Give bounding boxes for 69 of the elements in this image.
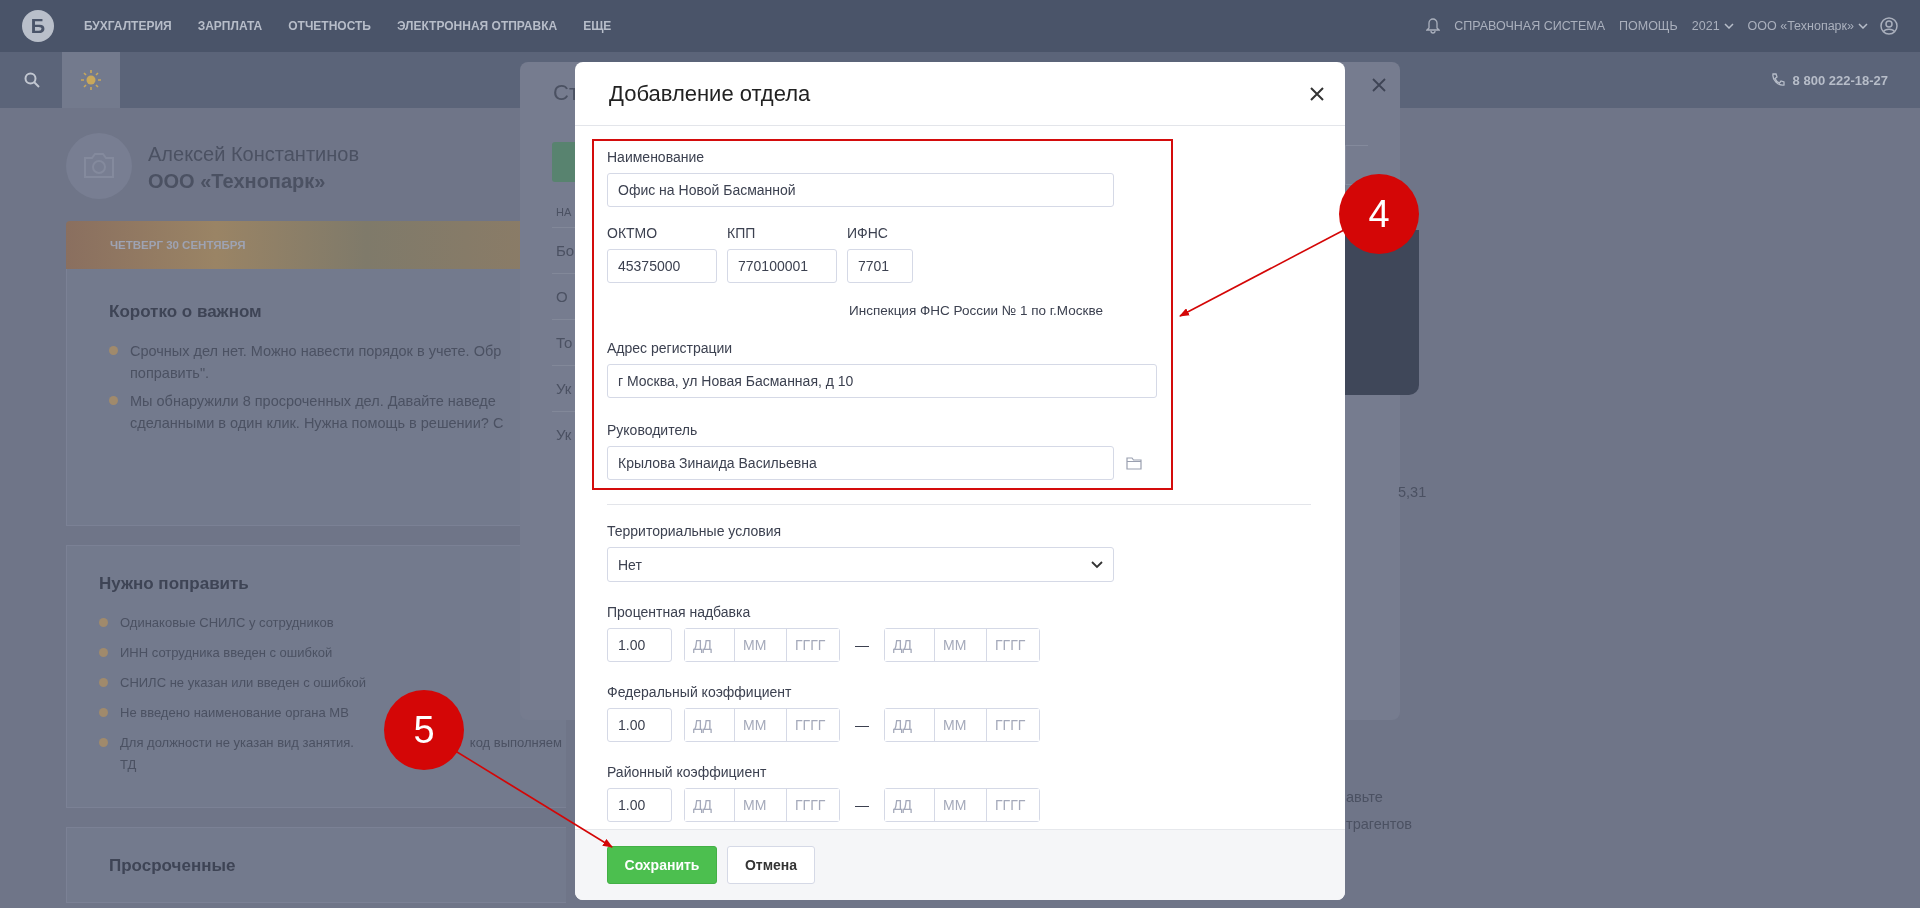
menu-item[interactable]: ОТЧЕТНОСТЬ <box>288 19 371 33</box>
day-field[interactable]: ДД <box>885 709 935 741</box>
code-field[interactable]: 7701 <box>847 249 913 283</box>
sun-icon <box>81 70 101 90</box>
day-field[interactable]: ДД <box>685 629 735 661</box>
chevron-down-icon <box>1723 23 1734 29</box>
cancel-button[interactable]: Отмена <box>727 846 815 884</box>
field-label: Наименование <box>607 149 706 165</box>
menu-item[interactable]: ЭЛЕКТРОННАЯ ОТПРАВКА <box>397 19 558 33</box>
field-label: Районный коэффициент <box>607 764 768 780</box>
card-title: Нужно поправить <box>99 574 250 594</box>
date-field[interactable]: ДД ММ ГГГГ <box>684 628 840 662</box>
menu-item[interactable]: БУХГАЛТЕРИЯ <box>84 19 172 33</box>
field-label: КПП <box>727 225 757 241</box>
day-field[interactable]: ДД <box>685 789 735 821</box>
coefficient-field[interactable]: 1.00 <box>607 788 672 822</box>
bullet-icon <box>109 346 118 355</box>
close-icon[interactable] <box>1309 85 1325 102</box>
save-button[interactable]: Сохранить <box>607 846 717 884</box>
field-label: Территориальные условия <box>607 523 783 539</box>
field-label: ОКТМО <box>607 225 659 241</box>
organization-selector[interactable]: ООО «Технопарк» <box>1747 19 1868 33</box>
nav-link[interactable]: СПРАВОЧНАЯ СИСТЕМА <box>1454 19 1605 33</box>
range-dash: — <box>854 717 870 733</box>
bullet-icon <box>99 618 108 627</box>
date-field[interactable]: ДД ММ ГГГГ <box>684 788 840 822</box>
nav-link[interactable]: ПОМОЩЬ <box>1619 19 1678 33</box>
territory-select[interactable]: Нет <box>607 547 1114 582</box>
phone-icon <box>1770 73 1785 87</box>
bullet-icon <box>99 708 108 717</box>
day-field[interactable]: ДД <box>685 709 735 741</box>
menu-item[interactable]: ЕЩЕ <box>583 19 612 33</box>
folder-icon[interactable] <box>1126 456 1142 470</box>
search-icon[interactable] <box>24 72 40 88</box>
name-field[interactable]: Офис на Новой Басманной <box>607 173 1114 207</box>
inspection-text: Инспекция ФНС России № 1 по г.Москве <box>849 303 1104 318</box>
code-field[interactable]: 45375000 <box>607 249 717 283</box>
date-field[interactable]: ДД ММ ГГГГ <box>884 708 1040 742</box>
coefficient-field[interactable]: 1.00 <box>607 708 672 742</box>
date-field[interactable]: ДД ММ ГГГГ <box>684 708 840 742</box>
chevron-down-icon <box>1091 560 1103 569</box>
year-selector[interactable]: 2021 <box>1691 19 1734 33</box>
code-field[interactable]: 770100001 <box>727 249 837 283</box>
manager-field[interactable]: Крылова Зинаида Васильевна <box>607 446 1114 480</box>
bell-icon[interactable] <box>1426 18 1441 34</box>
user-icon[interactable] <box>1880 17 1898 35</box>
bullet-icon <box>99 738 108 747</box>
menu-item[interactable]: ЗАРПЛАТА <box>197 19 263 33</box>
card-title: Коротко о важном <box>109 302 263 322</box>
field-label: ИФНС <box>847 225 889 241</box>
date-field[interactable]: ДД ММ ГГГГ <box>884 788 1040 822</box>
date-label: ЧЕТВЕРГ 30 СЕНТЯБРЯ <box>110 239 246 251</box>
card-title: Просроченные <box>109 856 237 876</box>
logo[interactable]: Б <box>22 10 54 42</box>
day-field[interactable]: ДД <box>885 629 935 661</box>
dialog-title: Добавление отдела <box>609 80 812 107</box>
address-field[interactable]: г Москва, ул Новая Басманная, д 10 <box>607 364 1157 398</box>
range-dash: — <box>854 637 870 653</box>
range-dash: — <box>854 797 870 813</box>
chevron-down-icon <box>1858 23 1868 29</box>
field-label: Процентная надбавка <box>607 604 752 620</box>
bullet-icon <box>99 678 108 687</box>
bullet-icon <box>109 396 118 405</box>
day-field[interactable]: ДД <box>885 789 935 821</box>
coefficient-field[interactable]: 1.00 <box>607 628 672 662</box>
bullet-icon <box>99 648 108 657</box>
field-label: Федеральный коэффициент <box>607 684 793 700</box>
date-field[interactable]: ДД ММ ГГГГ <box>884 628 1040 662</box>
phone-number[interactable]: 8 800 222-18-27 <box>1770 72 1888 88</box>
